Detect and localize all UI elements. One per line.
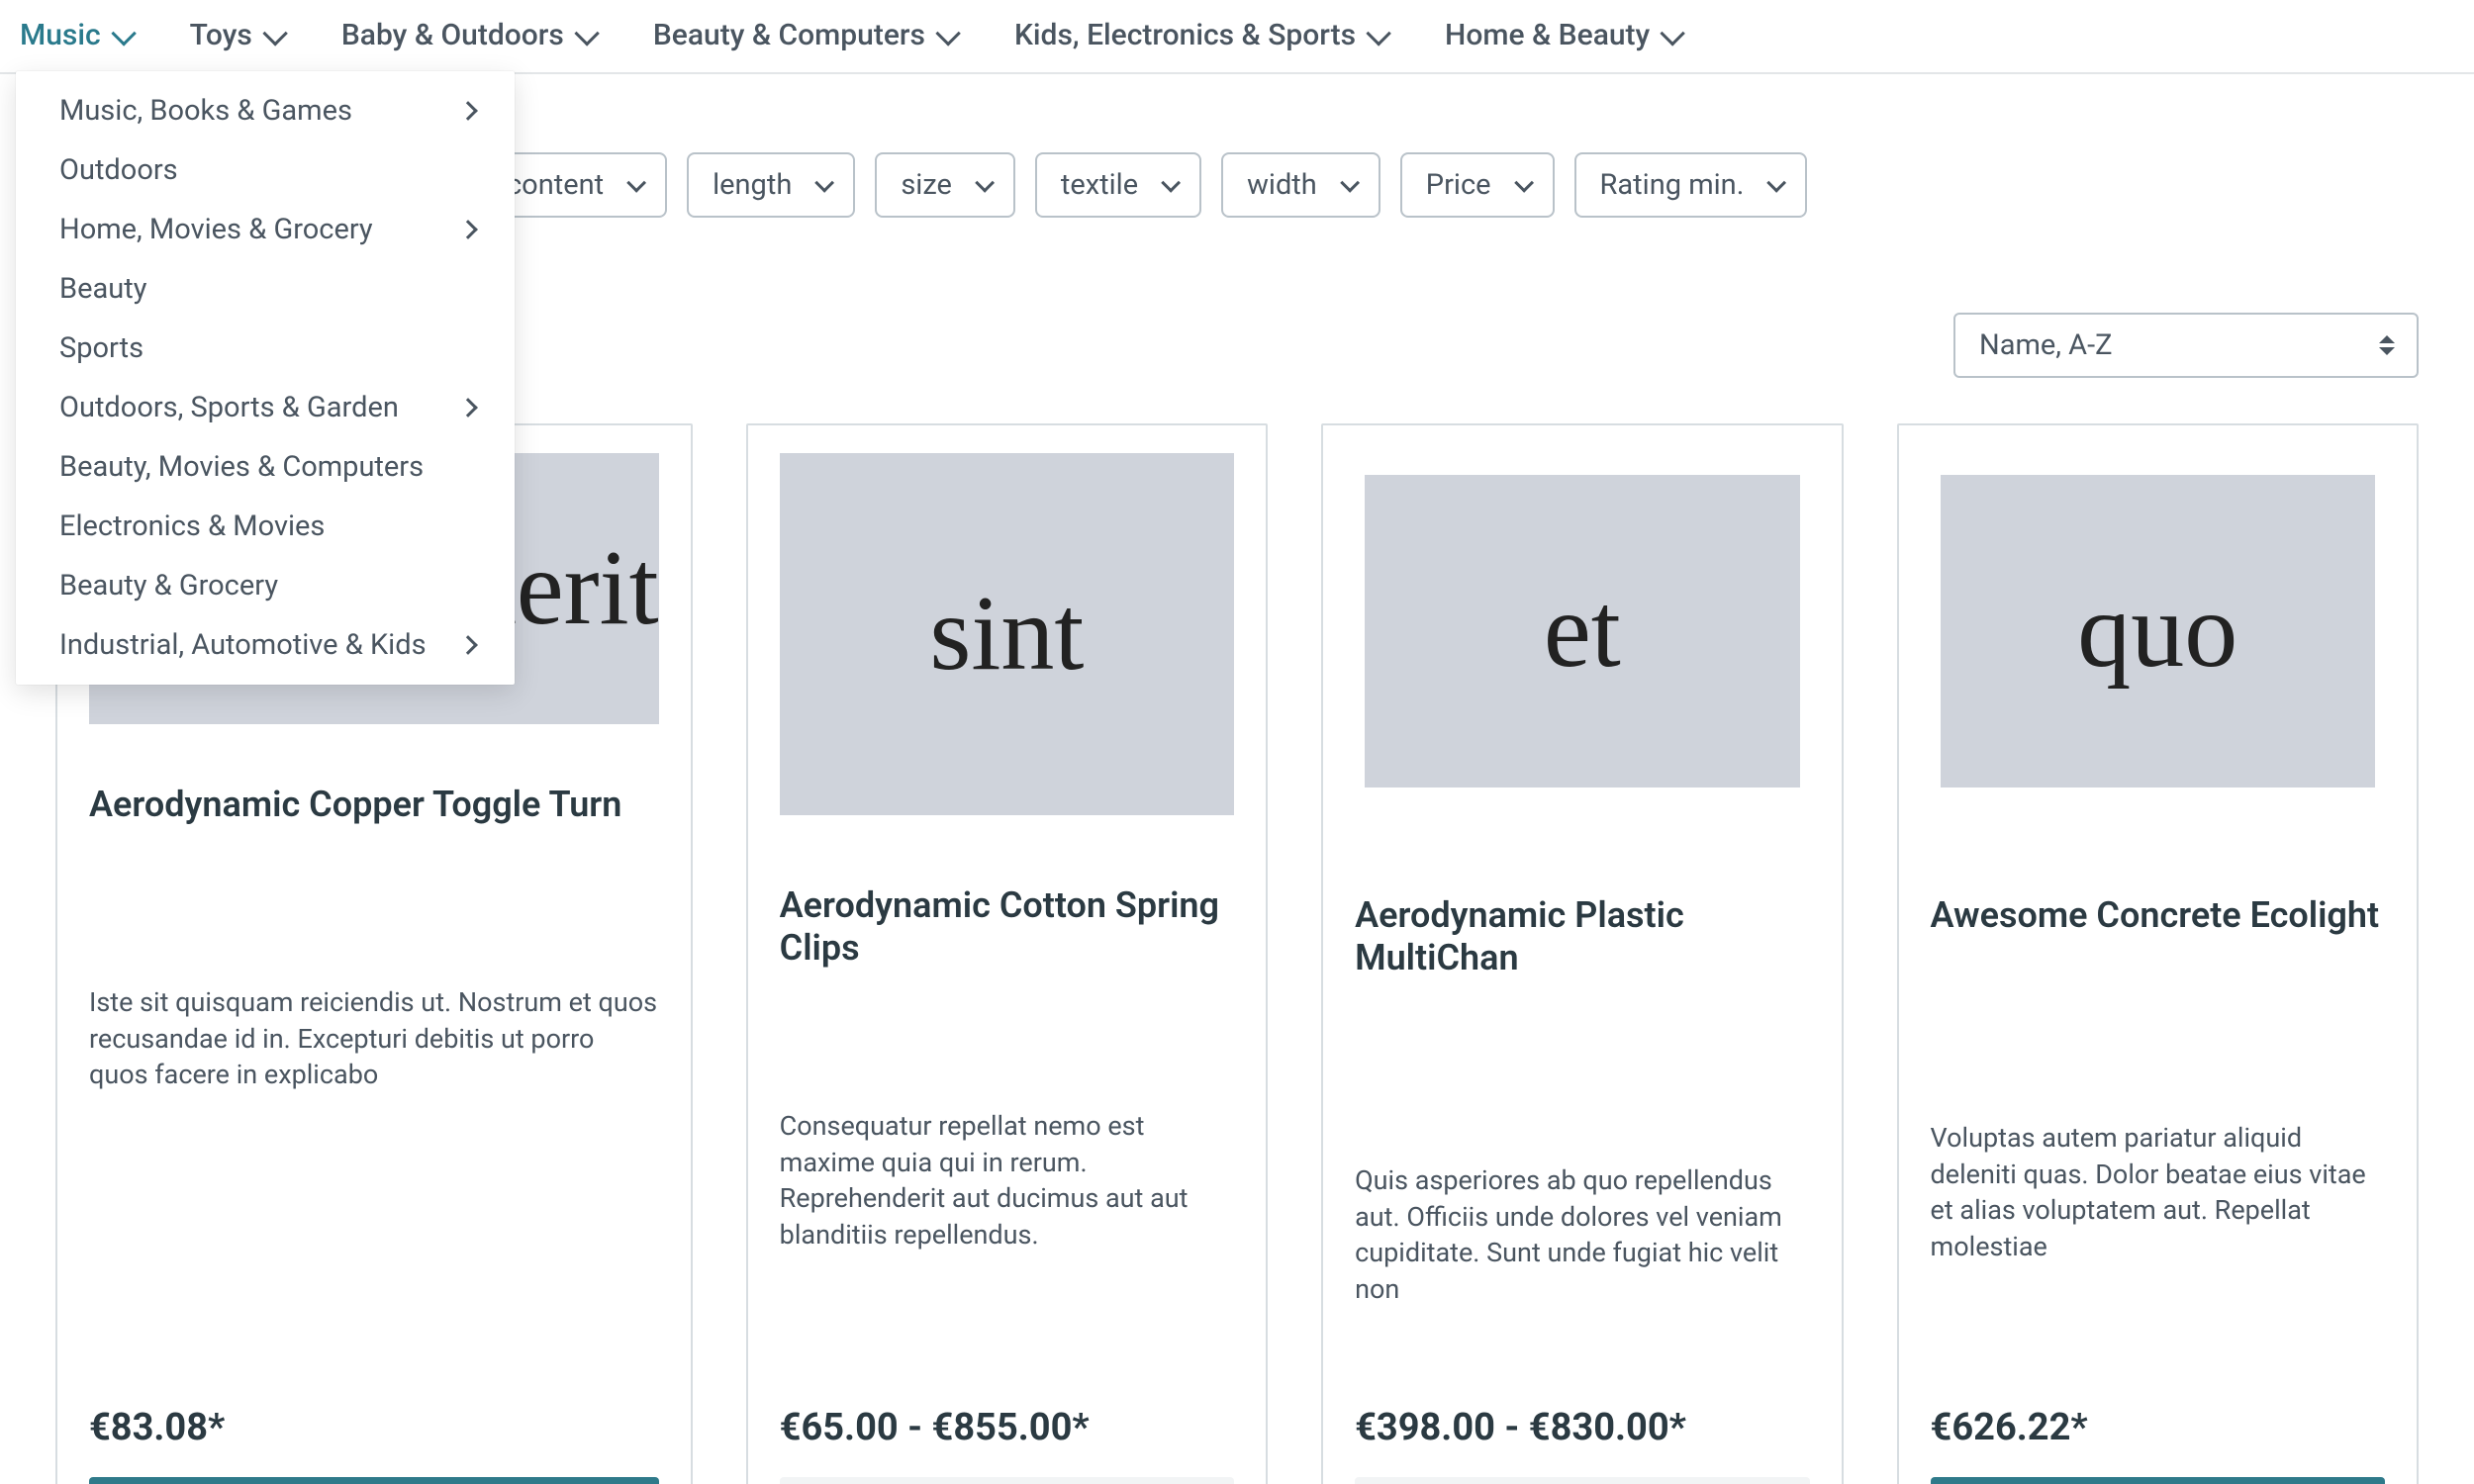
filter-label: size	[901, 168, 952, 202]
dropdown-item-outdoors[interactable]: Outdoors	[16, 140, 515, 200]
music-dropdown: Music, Books & Games Outdoors Home, Movi…	[16, 71, 515, 685]
chevron-down-icon	[1366, 21, 1390, 46]
product-price: €398.00 - €830.00*	[1355, 1366, 1809, 1449]
chevron-down-icon	[626, 173, 646, 193]
dropdown-label: Home, Movies & Grocery	[59, 213, 373, 246]
product-description: Iste sit quisquam reiciendis ut. Nostrum…	[89, 945, 659, 1092]
product-card: et Aerodynamic Plastic MultiChan Quis as…	[1321, 423, 1843, 1484]
nav-item-beauty-computers[interactable]: Beauty & Computers	[653, 18, 955, 52]
dropdown-label: Beauty	[59, 272, 146, 306]
chevron-down-icon	[975, 173, 995, 193]
image-placeholder-text: quo	[2077, 570, 2237, 693]
filter-label: textile	[1061, 168, 1138, 202]
product-title[interactable]: Aerodynamic Plastic MultiChan	[1355, 894, 1809, 979]
chevron-down-icon	[935, 21, 960, 46]
sort-caret-icon	[2379, 335, 2395, 355]
dropdown-label: Beauty, Movies & Computers	[59, 450, 424, 484]
nav-label: Music	[20, 18, 101, 52]
nav-label: Home & Beauty	[1445, 18, 1650, 52]
filter-label: width	[1247, 168, 1317, 202]
dropdown-item-beauty-grocery[interactable]: Beauty & Grocery	[16, 556, 515, 615]
dropdown-item-outdoors-sports-garden[interactable]: Outdoors, Sports & Garden	[16, 378, 515, 437]
product-description: Quis asperiores ab quo repellendus aut. …	[1355, 1123, 1809, 1307]
dropdown-label: Outdoors	[59, 153, 178, 187]
filter-length[interactable]: length	[687, 152, 855, 218]
nav-item-kids-electronics-sports[interactable]: Kids, Electronics & Sports	[1014, 18, 1385, 52]
dropdown-label: Electronics & Movies	[59, 510, 325, 543]
product-title[interactable]: Aerodynamic Cotton Spring Clips	[780, 884, 1234, 970]
nav-item-baby-outdoors[interactable]: Baby & Outdoors	[341, 18, 594, 52]
dropdown-item-sports[interactable]: Sports	[16, 319, 515, 378]
product-image[interactable]: sint	[780, 453, 1234, 815]
chevron-down-icon	[262, 21, 287, 46]
image-placeholder-text: et	[1544, 570, 1621, 693]
sort-container: Name, A-Z	[1953, 313, 2419, 378]
dropdown-label: Industrial, Automotive & Kids	[59, 628, 427, 662]
chevron-right-icon	[458, 398, 478, 417]
nav-label: Kids, Electronics & Sports	[1014, 18, 1356, 52]
product-description: Consequatur repellat nemo est maxime qui…	[780, 1068, 1234, 1252]
filter-label: Rating min.	[1600, 168, 1745, 202]
chevron-down-icon	[574, 21, 599, 46]
add-to-cart-button[interactable]: Add to shopping cart	[1931, 1477, 2385, 1484]
nav-item-home-beauty[interactable]: Home & Beauty	[1445, 18, 1679, 52]
nav-label: Baby & Outdoors	[341, 18, 564, 52]
chevron-down-icon	[815, 173, 835, 193]
filter-label: content	[507, 168, 604, 202]
nav-item-toys[interactable]: Toys	[190, 18, 282, 52]
dropdown-label: Beauty & Grocery	[59, 569, 278, 603]
chevron-down-icon	[1161, 173, 1181, 193]
chevron-down-icon	[1514, 173, 1534, 193]
dropdown-item-electronics-movies[interactable]: Electronics & Movies	[16, 497, 515, 556]
product-price: €626.22*	[1931, 1366, 2385, 1449]
product-price: €65.00 - €855.00*	[780, 1366, 1234, 1449]
main-nav: Music Toys Baby & Outdoors Beauty & Comp…	[0, 0, 2474, 74]
product-image[interactable]: quo	[1941, 475, 2375, 788]
nav-item-music[interactable]: Music	[20, 18, 131, 52]
nav-label: Toys	[190, 18, 252, 52]
sort-select[interactable]: Name, A-Z	[1953, 313, 2419, 378]
chevron-down-icon	[1767, 173, 1787, 193]
filter-textile[interactable]: textile	[1035, 152, 1201, 218]
filter-width[interactable]: width	[1221, 152, 1380, 218]
filter-row: content length size textile width Price …	[499, 152, 1807, 218]
dropdown-item-beauty-movies-computers[interactable]: Beauty, Movies & Computers	[16, 437, 515, 497]
product-card: quo Awesome Concrete Ecolight Voluptas a…	[1897, 423, 2419, 1484]
dropdown-label: Outdoors, Sports & Garden	[59, 391, 399, 424]
add-to-cart-button[interactable]: Add to shopping cart	[89, 1477, 659, 1484]
filter-size[interactable]: size	[875, 152, 1015, 218]
filter-rating-min[interactable]: Rating min.	[1574, 152, 1808, 218]
product-price: €83.08*	[89, 1366, 659, 1449]
dropdown-item-beauty[interactable]: Beauty	[16, 259, 515, 319]
chevron-down-icon	[1340, 173, 1360, 193]
product-image[interactable]: et	[1365, 475, 1799, 788]
product-description: Voluptas autem pariatur aliquid deleniti…	[1931, 1080, 2385, 1264]
chevron-right-icon	[458, 101, 478, 121]
filter-price[interactable]: Price	[1400, 152, 1555, 218]
sort-selected: Name, A-Z	[1979, 328, 2112, 362]
dropdown-item-home-movies-grocery[interactable]: Home, Movies & Grocery	[16, 200, 515, 259]
filter-label: Price	[1426, 168, 1491, 202]
product-card: sint Aerodynamic Cotton Spring Clips Con…	[746, 423, 1268, 1484]
filter-content[interactable]: content	[499, 152, 667, 218]
nav-label: Beauty & Computers	[653, 18, 925, 52]
dropdown-item-music-books-games[interactable]: Music, Books & Games	[16, 81, 515, 140]
dropdown-label: Sports	[59, 331, 143, 365]
chevron-right-icon	[458, 635, 478, 655]
chevron-down-icon	[1661, 21, 1685, 46]
details-button[interactable]: Details	[1355, 1477, 1809, 1484]
dropdown-item-industrial-automotive-kids[interactable]: Industrial, Automotive & Kids	[16, 615, 515, 675]
details-button[interactable]: Details	[780, 1477, 1234, 1484]
chevron-down-icon	[111, 21, 136, 46]
filter-label: length	[713, 168, 792, 202]
product-title[interactable]: Aerodynamic Copper Toggle Turn	[89, 784, 659, 826]
dropdown-label: Music, Books & Games	[59, 94, 352, 128]
image-placeholder-text: sint	[929, 573, 1084, 696]
chevron-right-icon	[458, 220, 478, 239]
product-title[interactable]: Awesome Concrete Ecolight	[1931, 894, 2385, 937]
